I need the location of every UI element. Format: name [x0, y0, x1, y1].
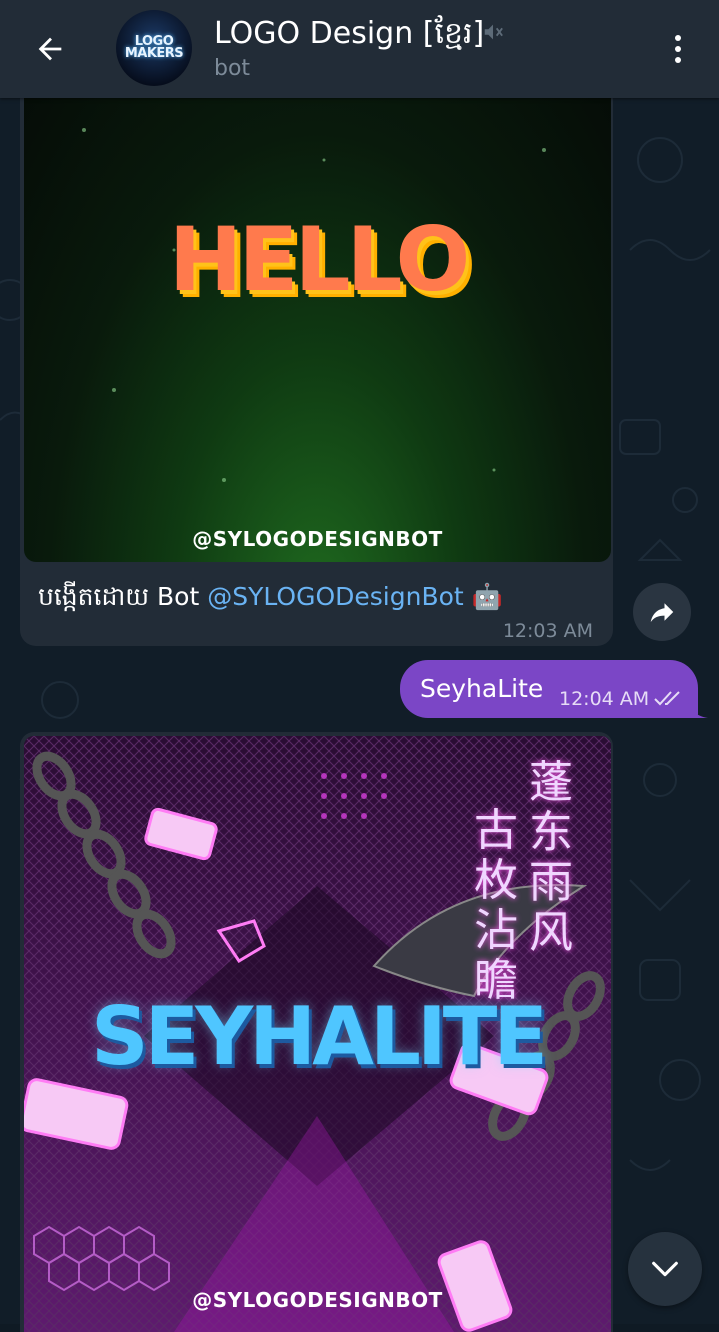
- image-watermark: @SYLOGODESIGNBOT: [192, 527, 443, 551]
- seyhalite-logo-image[interactable]: 蓬东雨风 古枚沾瞻 SEYHALITE @SYLOGODESIGNBOT: [24, 736, 611, 1332]
- message-incoming-1[interactable]: HELLO @SYLOGODESIGNBOT បង្កើតដោយ Bot @SY…: [20, 90, 613, 646]
- forward-button[interactable]: [633, 583, 691, 641]
- bubble-tail: [688, 700, 708, 718]
- avatar-logo-text: LOGO MAKERS: [124, 34, 184, 61]
- chat-subtitle: bot: [214, 56, 251, 81]
- message-time: 12:04 AM: [559, 688, 650, 710]
- mute-icon: [482, 21, 504, 47]
- message-time: 12:03 AM: [502, 620, 593, 642]
- avatar[interactable]: LOGO MAKERS: [116, 10, 192, 86]
- scroll-down-icon: [652, 1261, 678, 1277]
- hello-text: HELLO: [168, 208, 471, 311]
- chat-title[interactable]: LOGO Design [ខ្មែរ]: [214, 14, 484, 58]
- seyhalite-text: SEYHALITE: [90, 990, 548, 1083]
- bot-mention-link[interactable]: @SYLOGODesignBot: [207, 582, 463, 611]
- chat-header: LOGO MAKERS LOGO Design [ខ្មែរ] bot: [0, 0, 719, 98]
- cjk-text-column-left: 古枚沾瞻: [474, 805, 518, 1006]
- caption-text: បង្កើតដោយ Bot: [38, 582, 208, 611]
- more-vert-icon[interactable]: [660, 25, 696, 73]
- cjk-text-column-right: 蓬东雨风: [529, 757, 573, 958]
- double-check-icon: [654, 691, 680, 706]
- message-caption: បង្កើតដោយ Bot @SYLOGODesignBot 🤖: [38, 582, 503, 618]
- robot-emoji-icon: 🤖: [471, 582, 503, 611]
- back-arrow-icon: [38, 37, 62, 61]
- message-incoming-2[interactable]: 蓬东雨风 古枚沾瞻 SEYHALITE @SYLOGODESIGNBOT: [20, 732, 613, 1332]
- forward-icon: [650, 603, 674, 622]
- scroll-down-button[interactable]: [628, 1232, 702, 1306]
- hello-logo-image[interactable]: HELLO @SYLOGODESIGNBOT: [24, 90, 611, 562]
- message-outgoing[interactable]: SeyhaLite 12:04 AM: [400, 660, 698, 718]
- image-watermark: @SYLOGODESIGNBOT: [192, 1288, 443, 1312]
- back-button[interactable]: [26, 25, 74, 73]
- message-text: SeyhaLite: [420, 674, 544, 703]
